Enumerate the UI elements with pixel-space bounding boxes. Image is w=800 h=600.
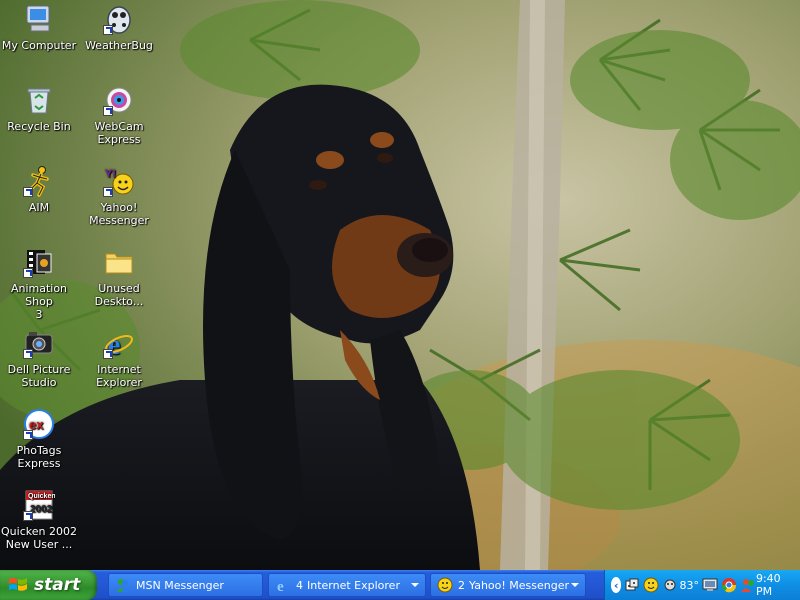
shortcut-arrow-icon: [23, 430, 33, 440]
show-hidden-icons-button[interactable]: ‹: [611, 577, 622, 593]
taskbar-button-internet-explorer[interactable]: e 4 Internet Explorer: [268, 573, 426, 597]
system-tray: ‹ 83° 9:40 PM: [604, 570, 800, 600]
desktop-icon-my-computer[interactable]: My Computer: [0, 3, 78, 52]
icon-label: Unused Deskto...: [94, 282, 144, 308]
desktop-icon-webcam-express[interactable]: WebCam Express: [80, 84, 158, 146]
shortcut-arrow-icon: [103, 106, 113, 116]
icon-label: Internet Explorer: [96, 363, 142, 389]
icon-label: PhoTags Express: [16, 444, 62, 470]
shortcut-arrow-icon: [103, 349, 113, 359]
desktop-icon-weatherbug[interactable]: WeatherBug: [80, 3, 158, 52]
photags-icon: ex: [23, 408, 55, 440]
monitor-icon[interactable]: [702, 577, 718, 593]
desktop-icon-dell-picture-studio[interactable]: Dell Picture Studio: [0, 327, 78, 389]
recycle-bin-icon: [23, 84, 55, 116]
internet-explorer-icon: e: [277, 579, 284, 593]
yahoo-smiley-icon: [437, 577, 453, 593]
shortcut-arrow-icon: [23, 511, 33, 521]
svg-text:Quicken: Quicken: [28, 493, 55, 500]
desktop-icon-internet-explorer[interactable]: e Internet Explorer: [80, 327, 158, 389]
icon-label: My Computer: [1, 39, 77, 52]
quicken-icon: Quicken 2002: [23, 489, 55, 521]
desktop-icon-quicken[interactable]: Quicken 2002 Quicken 2002 New User ...: [0, 489, 78, 551]
desktop-icon-recycle-bin[interactable]: Recycle Bin: [0, 84, 78, 133]
desktop-icon-aim[interactable]: AIM: [0, 165, 78, 214]
taskbar: start MSN Messenger e 4 Internet Explore…: [0, 570, 800, 600]
desktop-icon-photags-express[interactable]: ex PhoTags Express: [0, 408, 78, 470]
icon-label: Quicken 2002 New User ...: [1, 525, 77, 551]
weatherbug-icon: [103, 3, 135, 35]
start-button[interactable]: start: [0, 570, 97, 600]
weather-icon[interactable]: [662, 577, 678, 593]
msn-people-icon[interactable]: [740, 577, 756, 593]
desktop-icon-animation-shop[interactable]: Animation Shop 3: [0, 246, 78, 321]
msn-messenger-icon: [117, 579, 129, 592]
taskbar-group-count: 2: [458, 578, 465, 592]
icon-label: WeatherBug: [85, 39, 153, 52]
desktop-icon-yahoo-messenger[interactable]: Y! Yahoo! Messenger: [80, 165, 158, 227]
icon-label: Recycle Bin: [7, 120, 71, 133]
folder-icon: [103, 246, 135, 278]
shortcut-arrow-icon: [23, 268, 33, 278]
my-computer-icon: [23, 3, 55, 35]
shortcut-arrow-icon: [103, 187, 113, 197]
webcam-icon: [103, 84, 135, 116]
dell-picture-studio-icon: [23, 327, 55, 359]
icon-label: Dell Picture Studio: [7, 363, 71, 389]
svg-text:2002: 2002: [30, 504, 53, 515]
icon-label: Animation Shop 3: [10, 282, 68, 321]
taskbar-button-label: Internet Explorer: [307, 578, 400, 592]
start-label: start: [34, 575, 81, 595]
svg-text:e: e: [277, 579, 284, 593]
dice-icon[interactable]: [624, 577, 640, 593]
taskbar-button-msn-messenger[interactable]: MSN Messenger: [108, 573, 263, 597]
aim-running-man-icon: [23, 165, 55, 197]
shortcut-arrow-icon: [23, 187, 33, 197]
shortcut-arrow-icon: [103, 25, 113, 35]
taskbar-button-label: Yahoo! Messenger: [469, 578, 570, 592]
shortcut-arrow-icon: [23, 349, 33, 359]
yahoo-smiley-icon[interactable]: [643, 577, 659, 593]
clock[interactable]: 9:40 PM: [756, 572, 785, 598]
taskbar-group-count: 4: [296, 578, 303, 592]
icon-label: WebCam Express: [94, 120, 144, 146]
taskbar-button-yahoo-messenger[interactable]: 2 Yahoo! Messenger: [430, 573, 586, 597]
chevron-down-icon: [411, 583, 419, 587]
temperature-readout[interactable]: 83°: [679, 579, 699, 592]
yahoo-messenger-icon: Y!: [103, 165, 135, 197]
icon-label: AIM: [28, 201, 50, 214]
desktop-icon-unused-desktop[interactable]: Unused Deskto...: [80, 246, 158, 308]
animation-shop-icon: [23, 246, 55, 278]
windows-flag-icon: [9, 578, 27, 591]
taskbar-button-label: MSN Messenger: [136, 578, 224, 592]
chrome-like-icon[interactable]: [721, 577, 737, 593]
icon-label: Yahoo! Messenger: [89, 201, 149, 227]
chevron-down-icon: [571, 583, 579, 587]
svg-text:Y!: Y!: [105, 168, 116, 180]
internet-explorer-icon: e: [103, 327, 135, 359]
